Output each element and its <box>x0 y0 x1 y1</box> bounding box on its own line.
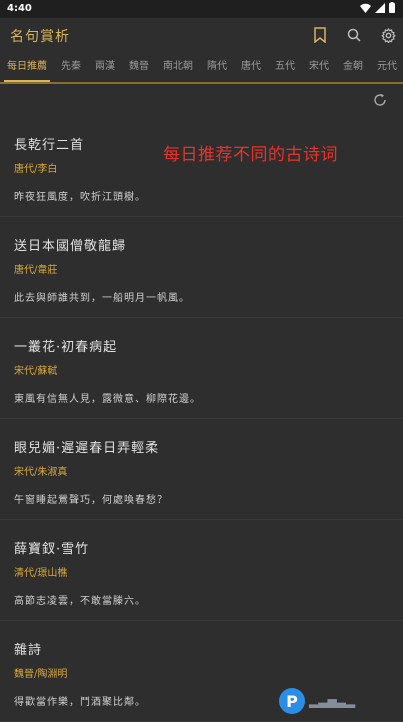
poem-title: 一叢花·初春病起 <box>14 340 118 355</box>
tab-10[interactable]: 元代 <box>370 52 403 82</box>
poem-title: 送日本國僧敬龍歸 <box>14 239 127 254</box>
battery-icon <box>389 2 395 13</box>
tab-row: 每日推薦 先秦 兩漢 魏晉 南北朝 隋代 唐代 五代 宋代 金朝 元代 <box>0 52 403 82</box>
poem-author: 宋代/朱淑真 <box>14 467 68 478</box>
poem-title: 眼兒媚·遲遲春日弄輕柔 <box>14 441 160 456</box>
tab-9[interactable]: 金朝 <box>336 52 370 82</box>
poem-line: 昨夜狂風度，吹折江頭樹。 <box>14 192 146 203</box>
poem-author: 宋代/蘇軾 <box>14 366 58 377</box>
tab-1[interactable]: 先秦 <box>54 52 88 82</box>
tab-2[interactable]: 兩漢 <box>88 52 122 82</box>
refresh-button[interactable] <box>373 92 389 108</box>
tab-0[interactable]: 每日推薦 <box>0 52 54 82</box>
poem-list-item[interactable]: 薛寶釵·雪竹清代/璟山樵高節志凌雲，不敢當滕六。 <box>0 520 403 621</box>
poem-line: 高節志凌雲，不敢當滕六。 <box>14 596 146 607</box>
poem-list: 長乾行二首唐代/李白昨夜狂風度，吹折江頭樹。送日本國僧敬龍歸唐代/韋莊此去與師誰… <box>0 116 403 722</box>
signal-icon <box>375 2 385 13</box>
search-button[interactable] <box>343 24 365 46</box>
promo-caption: 每日推荐不同的古诗词 <box>163 145 338 165</box>
watermark-text-icon: ▂▃▅▃▂ <box>309 694 356 708</box>
poem-list-item[interactable]: 一叢花·初春病起宋代/蘇軾東風有信無人見，露微意、柳際花邊。 <box>0 318 403 419</box>
search-icon <box>347 28 361 42</box>
app-title: 名句賞析 <box>10 29 70 45</box>
status-time: 4:40 <box>7 3 32 14</box>
poem-list-item[interactable]: 眼兒媚·遲遲春日弄輕柔宋代/朱淑真午窗睡起鶯聲巧，何處喚春愁？ <box>0 419 403 520</box>
settings-button[interactable] <box>377 24 399 46</box>
status-bar: 4:40 <box>0 0 403 18</box>
poem-line: 得歡當作樂，鬥酒聚比鄰。 <box>14 697 146 708</box>
dynasty-tabs: 每日推薦 先秦 兩漢 魏晉 南北朝 隋代 唐代 五代 宋代 金朝 元代 <box>0 52 403 84</box>
watermark: P ▂▃▅▃▂ <box>279 684 401 718</box>
poem-title: 長乾行二首 <box>14 138 85 153</box>
poem-title: 薛寶釵·雪竹 <box>14 542 90 557</box>
poem-author: 唐代/韋莊 <box>14 265 58 276</box>
tab-4[interactable]: 南北朝 <box>156 52 200 82</box>
bookmark-icon <box>314 27 326 43</box>
poem-line: 此去與師誰共到，一船明月一帆風。 <box>14 293 190 304</box>
tab-5[interactable]: 隋代 <box>200 52 234 82</box>
poem-list-item[interactable]: 送日本國僧敬龍歸唐代/韋莊此去與師誰共到，一船明月一帆風。 <box>0 217 403 318</box>
poem-author: 唐代/李白 <box>14 164 58 175</box>
tab-7[interactable]: 五代 <box>268 52 302 82</box>
poem-line: 東風有信無人見，露微意、柳際花邊。 <box>14 394 201 405</box>
app-bar: 名句賞析 <box>0 18 403 52</box>
status-icons <box>360 2 395 13</box>
tab-6[interactable]: 唐代 <box>234 52 268 82</box>
gear-icon <box>380 27 396 43</box>
poem-line: 午窗睡起鶯聲巧，何處喚春愁？ <box>14 495 168 506</box>
wifi-icon <box>360 3 371 13</box>
refresh-icon <box>374 93 386 106</box>
poem-list-item[interactable]: 長乾行二首唐代/李白昨夜狂風度，吹折江頭樹。 <box>0 116 403 217</box>
poem-title: 雜詩 <box>14 643 43 658</box>
poem-author: 魏晉/陶淵明 <box>14 669 68 680</box>
bookmark-button[interactable] <box>309 24 331 46</box>
watermark-logo-icon: P <box>279 688 305 714</box>
tab-3[interactable]: 魏晉 <box>122 52 156 82</box>
tab-8[interactable]: 宋代 <box>302 52 336 82</box>
poem-author: 清代/璟山樵 <box>14 568 68 579</box>
